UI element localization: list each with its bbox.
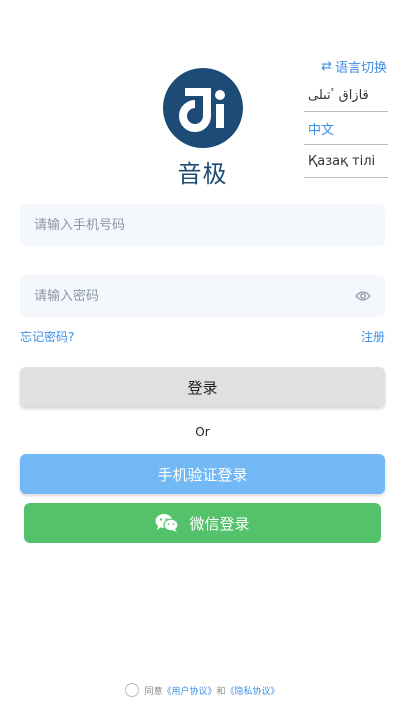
agree-and: 和: [216, 686, 226, 697]
password-field[interactable]: [20, 275, 385, 317]
agree-prefix: 同意: [144, 686, 163, 697]
swap-icon: ⇄: [321, 59, 332, 74]
wechat-login-button[interactable]: 微信登录: [24, 503, 381, 543]
phone-input[interactable]: [20, 217, 385, 233]
forgot-password-link[interactable]: 忘记密码?: [20, 328, 74, 345]
wechat-login-label: 微信登录: [189, 514, 250, 533]
logo-glyph-icon: [179, 88, 225, 132]
language-switch-toggle[interactable]: ⇄ 语言切换: [321, 57, 387, 76]
password-input[interactable]: [20, 288, 385, 304]
wechat-icon: [155, 514, 180, 532]
language-option-chinese[interactable]: 中文: [304, 112, 388, 145]
language-option-kazakh-arabic[interactable]: قازاق ٴتىلى: [304, 79, 388, 112]
agreement-row: 同意 《用户协议》 和 《隐私协议》: [0, 683, 405, 697]
register-link[interactable]: 注册: [361, 328, 385, 345]
app-logo: [163, 68, 243, 148]
phone-field[interactable]: [20, 204, 385, 246]
eye-icon[interactable]: [355, 289, 371, 303]
privacy-policy-link[interactable]: 《隐私协议》: [226, 684, 280, 697]
or-divider: Or: [195, 425, 210, 439]
language-switch-label: 语言切换: [334, 61, 387, 76]
sms-login-button[interactable]: 手机验证登录: [20, 454, 385, 494]
app-name: 音极: [177, 160, 228, 188]
user-agreement-link[interactable]: 《用户协议》: [162, 684, 216, 697]
login-button[interactable]: 登录: [20, 367, 385, 407]
agree-checkbox[interactable]: [125, 683, 140, 697]
